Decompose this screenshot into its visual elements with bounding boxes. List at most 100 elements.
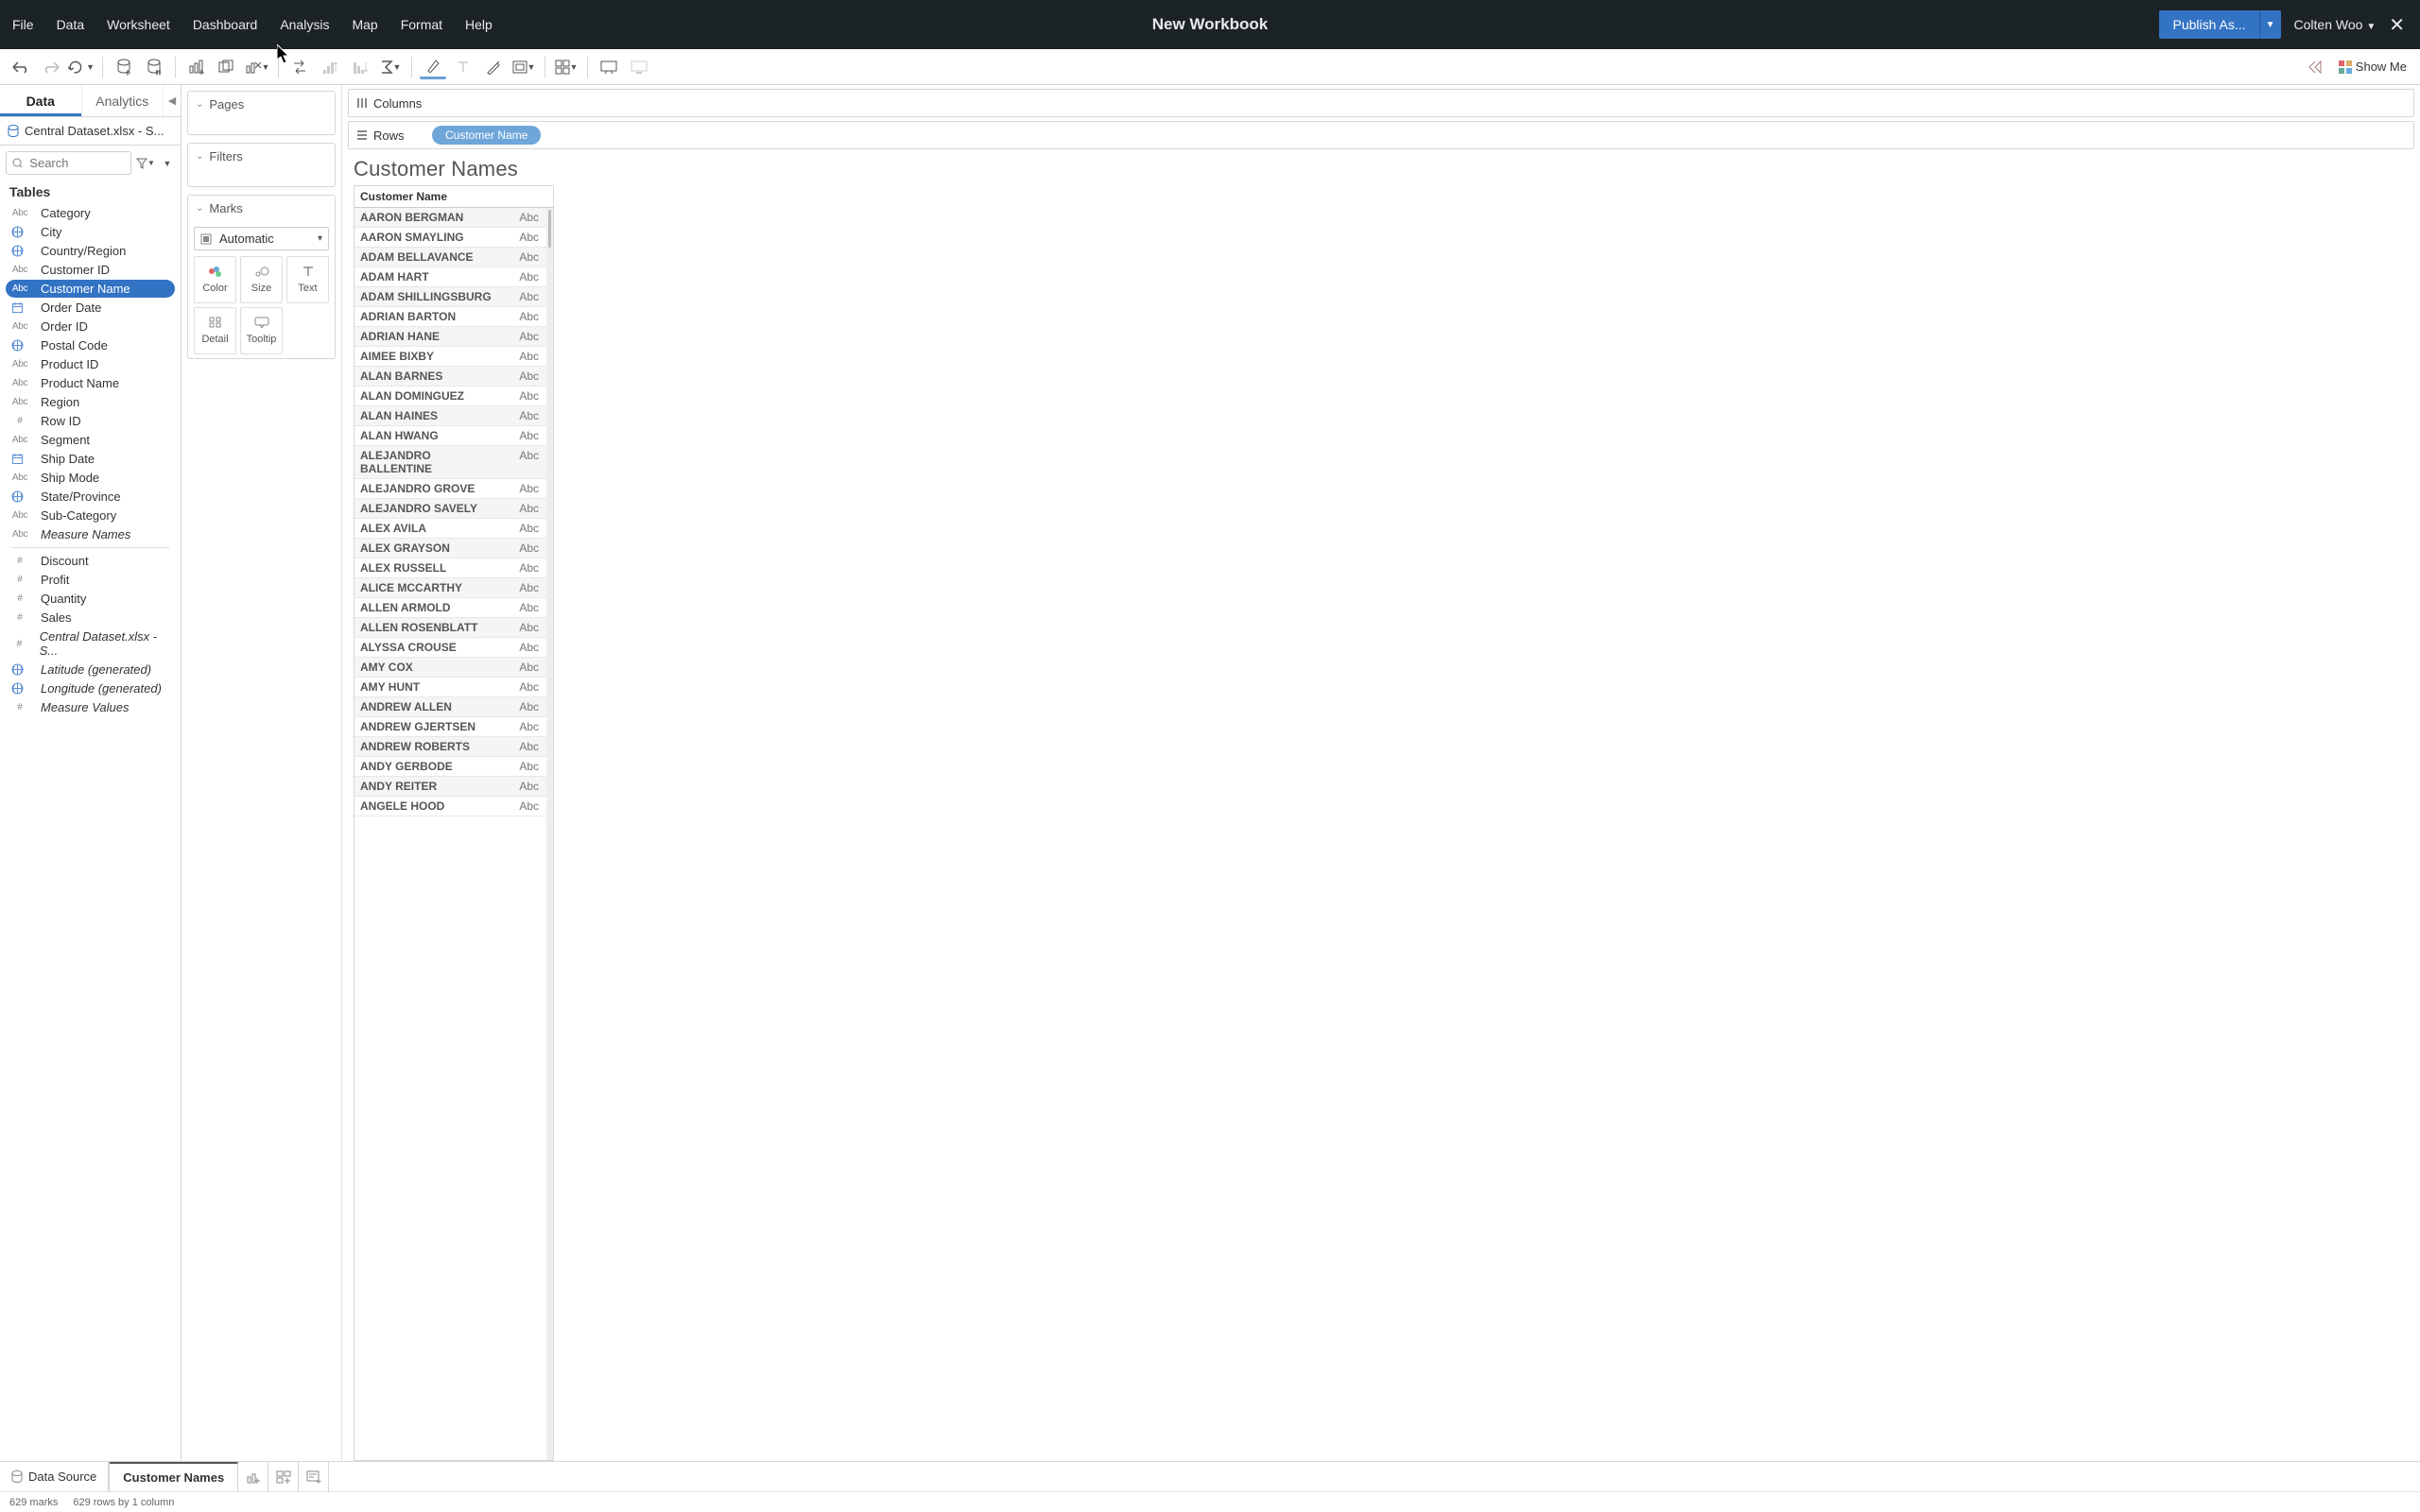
rows-shelf[interactable]: Rows Customer Name bbox=[348, 121, 2414, 149]
table-row[interactable]: AMY HUNTAbc bbox=[354, 678, 546, 697]
field-measure-values[interactable]: #Measure Values bbox=[6, 698, 175, 716]
field-state-province[interactable]: State/Province bbox=[6, 488, 175, 506]
viz-scrollbar[interactable] bbox=[546, 208, 553, 1460]
datasource-item[interactable]: Central Dataset.xlsx - S... bbox=[0, 117, 181, 146]
table-row[interactable]: ADAM HARTAbc bbox=[354, 267, 546, 287]
rows-pill-customer-name[interactable]: Customer Name bbox=[432, 126, 541, 145]
format-icon[interactable] bbox=[480, 54, 507, 80]
field-row-id[interactable]: #Row ID bbox=[6, 412, 175, 430]
field-quantity[interactable]: #Quantity bbox=[6, 590, 175, 608]
tab-data[interactable]: Data bbox=[0, 85, 82, 116]
field-ship-date[interactable]: Ship Date bbox=[6, 450, 175, 468]
field-latitude-generated-[interactable]: Latitude (generated) bbox=[6, 661, 175, 679]
field-sub-category[interactable]: AbcSub-Category bbox=[6, 507, 175, 524]
menu-help[interactable]: Help bbox=[462, 13, 495, 36]
menu-format[interactable]: Format bbox=[398, 13, 445, 36]
table-row[interactable]: ALEX AVILAAbc bbox=[354, 519, 546, 539]
field-city[interactable]: City bbox=[6, 223, 175, 241]
pause-data-icon[interactable] bbox=[141, 54, 167, 80]
duplicate-icon[interactable] bbox=[214, 54, 240, 80]
table-row[interactable]: ADRIAN HANEAbc bbox=[354, 327, 546, 347]
size-card[interactable]: Size bbox=[240, 256, 283, 303]
tooltip-card[interactable]: Tooltip bbox=[240, 307, 283, 354]
table-row[interactable]: ANDREW ROBERTSAbc bbox=[354, 737, 546, 757]
close-icon[interactable]: ✕ bbox=[2389, 13, 2405, 37]
user-menu[interactable]: Colten Woo ▼ bbox=[2290, 13, 2380, 36]
table-row[interactable]: ALAN DOMINGUEZAbc bbox=[354, 387, 546, 406]
menu-worksheet[interactable]: Worksheet bbox=[104, 13, 173, 36]
table-row[interactable]: ADAM SHILLINGSBURGAbc bbox=[354, 287, 546, 307]
table-row[interactable]: ALYSSA CROUSEAbc bbox=[354, 638, 546, 658]
new-worksheet-tab-icon[interactable] bbox=[238, 1462, 268, 1491]
table-row[interactable]: AIMEE BIXBYAbc bbox=[354, 347, 546, 367]
clear-icon[interactable]: ▼ bbox=[244, 54, 270, 80]
table-row[interactable]: ANDY REITERAbc bbox=[354, 777, 546, 797]
field-discount[interactable]: #Discount bbox=[6, 552, 175, 570]
swap-icon[interactable] bbox=[286, 54, 313, 80]
menu-data[interactable]: Data bbox=[54, 13, 88, 36]
table-row[interactable]: ADAM BELLAVANCEAbc bbox=[354, 248, 546, 267]
field-customer-id[interactable]: AbcCustomer ID bbox=[6, 261, 175, 279]
menu-dashboard[interactable]: Dashboard bbox=[190, 13, 261, 36]
field-region[interactable]: AbcRegion bbox=[6, 393, 175, 411]
table-row[interactable]: ALAN HWANGAbc bbox=[354, 426, 546, 446]
table-row[interactable]: ALEJANDRO SAVELYAbc bbox=[354, 499, 546, 519]
field-menu-icon[interactable]: ▼ bbox=[160, 153, 175, 174]
table-row[interactable]: ALEJANDRO GROVEAbc bbox=[354, 479, 546, 499]
field-longitude-generated-[interactable]: Longitude (generated) bbox=[6, 679, 175, 697]
undo-icon[interactable] bbox=[8, 54, 34, 80]
field-product-name[interactable]: AbcProduct Name bbox=[6, 374, 175, 392]
text-card[interactable]: Text bbox=[286, 256, 329, 303]
field-central-dataset-xlsx-s-[interactable]: #Central Dataset.xlsx - S... bbox=[6, 627, 175, 660]
menu-analysis[interactable]: Analysis bbox=[277, 13, 332, 36]
field-product-id[interactable]: AbcProduct ID bbox=[6, 355, 175, 373]
table-row[interactable]: ALEX RUSSELLAbc bbox=[354, 558, 546, 578]
data-guide-icon[interactable] bbox=[2303, 54, 2329, 80]
new-worksheet-icon[interactable] bbox=[183, 54, 210, 80]
field-measure-names[interactable]: AbcMeasure Names bbox=[6, 525, 175, 543]
detail-card[interactable]: Detail bbox=[194, 307, 236, 354]
columns-shelf[interactable]: Columns bbox=[348, 89, 2414, 117]
fit-icon[interactable]: ▼ bbox=[510, 54, 537, 80]
table-row[interactable]: ALAN HAINESAbc bbox=[354, 406, 546, 426]
table-row[interactable]: AMY COXAbc bbox=[354, 658, 546, 678]
collapse-sidebar-icon[interactable]: ◀ bbox=[164, 85, 181, 116]
table-row[interactable]: ALAN BARNESAbc bbox=[354, 367, 546, 387]
new-dashboard-tab-icon[interactable] bbox=[268, 1462, 299, 1491]
menu-map[interactable]: Map bbox=[349, 13, 380, 36]
table-row[interactable]: ALEX GRAYSONAbc bbox=[354, 539, 546, 558]
table-row[interactable]: ALLEN ROSENBLATTAbc bbox=[354, 618, 546, 638]
presentation-icon[interactable] bbox=[596, 54, 622, 80]
field-sales[interactable]: #Sales bbox=[6, 609, 175, 627]
new-story-tab-icon[interactable] bbox=[299, 1462, 329, 1491]
redo-icon[interactable] bbox=[38, 54, 64, 80]
worksheet-tab-active[interactable]: Customer Names bbox=[110, 1462, 238, 1491]
field-order-id[interactable]: AbcOrder ID bbox=[6, 318, 175, 335]
field-segment[interactable]: AbcSegment bbox=[6, 431, 175, 449]
table-row[interactable]: ANDREW GJERTSENAbc bbox=[354, 717, 546, 737]
field-customer-name[interactable]: AbcCustomer Name bbox=[6, 280, 175, 298]
show-me-button[interactable]: Show Me bbox=[2339, 60, 2407, 74]
table-row[interactable]: ANGELE HOODAbc bbox=[354, 797, 546, 816]
table-row[interactable]: AARON SMAYLINGAbc bbox=[354, 228, 546, 248]
mark-type-dropdown[interactable]: Automatic ▾ bbox=[194, 227, 329, 250]
show-cards-icon[interactable]: ▼ bbox=[553, 54, 579, 80]
table-row[interactable]: ANDREW ALLENAbc bbox=[354, 697, 546, 717]
table-row[interactable]: AARON BERGMANAbc bbox=[354, 208, 546, 228]
table-row[interactable]: ANDY GERBODEAbc bbox=[354, 757, 546, 777]
table-row[interactable]: ALEJANDRO BALLENTINEAbc bbox=[354, 446, 546, 479]
table-row[interactable]: ADRIAN BARTONAbc bbox=[354, 307, 546, 327]
menu-file[interactable]: File bbox=[9, 13, 37, 36]
search-input[interactable] bbox=[6, 151, 131, 175]
viz-column-header[interactable]: Customer Name bbox=[354, 186, 553, 208]
field-profit[interactable]: #Profit bbox=[6, 571, 175, 589]
revert-icon[interactable]: ▼ bbox=[68, 54, 95, 80]
field-ship-mode[interactable]: AbcShip Mode bbox=[6, 469, 175, 487]
totals-icon[interactable]: ▼ bbox=[377, 54, 404, 80]
pages-shelf[interactable]: ⌄Pages bbox=[187, 91, 336, 135]
publish-button[interactable]: Publish As... ▼ bbox=[2159, 10, 2280, 39]
filters-shelf[interactable]: ⌄Filters bbox=[187, 143, 336, 187]
table-row[interactable]: ALLEN ARMOLDAbc bbox=[354, 598, 546, 618]
table-row[interactable]: ALICE MCCARTHYAbc bbox=[354, 578, 546, 598]
sheet-title[interactable]: Customer Names bbox=[342, 149, 2420, 185]
